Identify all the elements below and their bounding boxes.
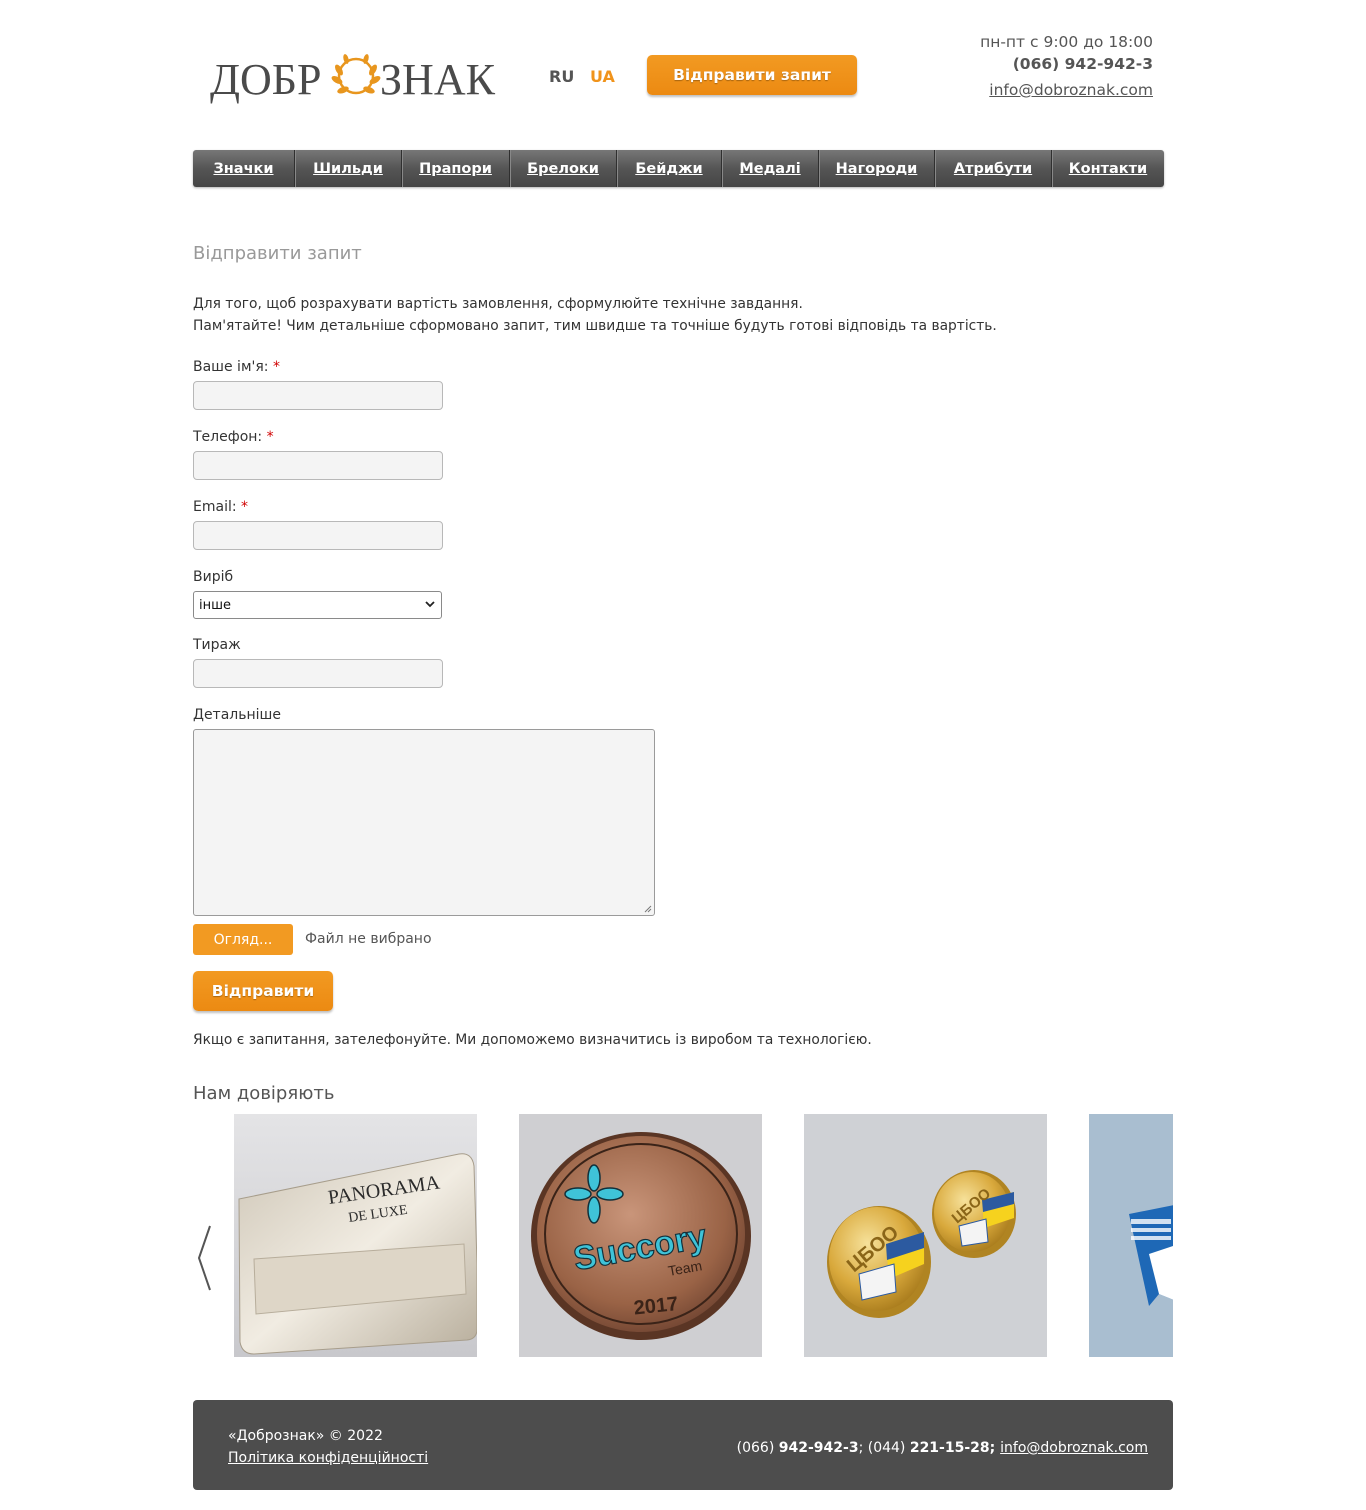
phone-label-text: Телефон: <box>193 429 263 445</box>
clients-carousel: PANORAMA DE LUXE Succory Team 2017 ЦБОО … <box>193 1114 1173 1357</box>
carousel-slide[interactable]: Succory Team 2017 <box>519 1114 762 1357</box>
required-mark: * <box>272 359 280 375</box>
phone-input[interactable] <box>193 451 443 480</box>
laurel-wreath-icon <box>331 54 381 95</box>
product-select-value: інше <box>199 597 232 613</box>
nav-item-medals[interactable]: Медалі <box>722 150 819 187</box>
logo-text-left: ДОБР <box>210 55 322 104</box>
carousel-slide[interactable] <box>1089 1114 1173 1357</box>
nav-item-attributes[interactable]: Атрибути <box>935 150 1052 187</box>
name-label: Ваше ім'я: * <box>193 359 280 375</box>
intro-text: Для того, щоб розрахувати вартість замов… <box>193 293 997 337</box>
chevron-left-icon[interactable] <box>195 1224 213 1292</box>
intro-line-1: Для того, щоб розрахувати вартість замов… <box>193 296 803 312</box>
badge-photo: PANORAMA DE LUXE <box>234 1114 477 1357</box>
pins-photo: ЦБОО ЦБОО <box>804 1114 1047 1357</box>
footer-copyright: «Добрознак» © 2022 <box>228 1428 383 1444</box>
header-email-link[interactable]: info@dobroznak.com <box>989 81 1153 99</box>
intro-line-2: Пам'ятайте! Чим детальніше сформовано за… <box>193 318 997 334</box>
page-title: Відправити запит <box>193 243 362 264</box>
nav-item-contacts[interactable]: Контакти <box>1052 150 1164 187</box>
header-contacts: пн-пт с 9:00 до 18:00 (066) 942-942-3 in… <box>980 32 1153 104</box>
details-label: Детальніше <box>193 707 281 723</box>
header-phone[interactable]: (066) 942-942-3 <box>980 52 1153 76</box>
logo-text-right: ЗНАК <box>380 55 496 104</box>
lang-ua-link[interactable]: UA <box>590 67 615 86</box>
help-text: Якщо є запитання, зателефонуйте. Ми допо… <box>193 1032 872 1048</box>
lang-ru-link[interactable]: RU <box>549 67 574 86</box>
footer-email-link[interactable]: info@dobroznak.com <box>1000 1440 1148 1456</box>
email-label: Email: * <box>193 499 248 515</box>
details-textarea[interactable] <box>193 729 655 916</box>
footer-contacts: (066) 942-942-3; (044) 221-15-28; info@d… <box>737 1440 1148 1456</box>
footer: «Добрознак» © 2022 Політика конфіденційн… <box>193 1400 1173 1490</box>
card-photo <box>1089 1114 1173 1357</box>
logo[interactable]: ДОБР ЗНАК <box>210 48 512 104</box>
nav-item-name-badges[interactable]: Бейджи <box>617 150 722 187</box>
privacy-policy-link[interactable]: Політика конфіденційності <box>228 1450 428 1466</box>
slide2-year: 2017 <box>633 1293 680 1320</box>
name-input[interactable] <box>193 381 443 410</box>
footer-phone2[interactable]: 221-15-28 <box>910 1440 990 1456</box>
required-mark: * <box>241 499 249 515</box>
email-input[interactable] <box>193 521 443 550</box>
nav-item-badges[interactable]: Значки <box>193 150 295 187</box>
send-request-header-button[interactable]: Відправити запит <box>647 55 857 95</box>
product-select[interactable]: інше <box>193 591 442 619</box>
footer-phone1-prefix: (066) <box>736 1440 779 1456</box>
chevron-down-icon <box>425 601 435 608</box>
quantity-input[interactable] <box>193 659 443 688</box>
carousel-slide[interactable]: ЦБОО ЦБОО <box>804 1114 1047 1357</box>
name-label-text: Ваше ім'я: <box>193 359 269 375</box>
medal-photo: Succory Team 2017 <box>519 1114 762 1357</box>
resize-grip-icon[interactable] <box>644 905 652 913</box>
nav-item-plates[interactable]: Шильди <box>295 150 402 187</box>
nav-item-awards[interactable]: Нагороди <box>819 150 935 187</box>
product-label: Виріб <box>193 569 234 585</box>
file-status: Файл не вибрано <box>305 931 432 947</box>
quantity-label: Тираж <box>193 637 241 653</box>
trust-title: Нам довіряють <box>193 1083 335 1104</box>
footer-sep1: ; (044) <box>858 1440 910 1456</box>
working-hours: пн-пт с 9:00 до 18:00 <box>980 33 1153 51</box>
submit-button[interactable]: Відправити <box>193 971 333 1011</box>
email-label-text: Email: <box>193 499 237 515</box>
footer-phone1[interactable]: 942-942-3 <box>779 1440 859 1456</box>
required-mark: * <box>266 429 274 445</box>
main-nav: Значки Шильди Прапори Брелоки Бейджи Мед… <box>193 150 1164 187</box>
phone-label: Телефон: * <box>193 429 274 445</box>
nav-item-keychains[interactable]: Брелоки <box>510 150 617 187</box>
file-browse-button[interactable]: Огляд... <box>193 924 293 955</box>
carousel-slide[interactable]: PANORAMA DE LUXE <box>234 1114 477 1357</box>
footer-sep2: ; <box>989 1440 1001 1456</box>
nav-item-flags[interactable]: Прапори <box>402 150 510 187</box>
